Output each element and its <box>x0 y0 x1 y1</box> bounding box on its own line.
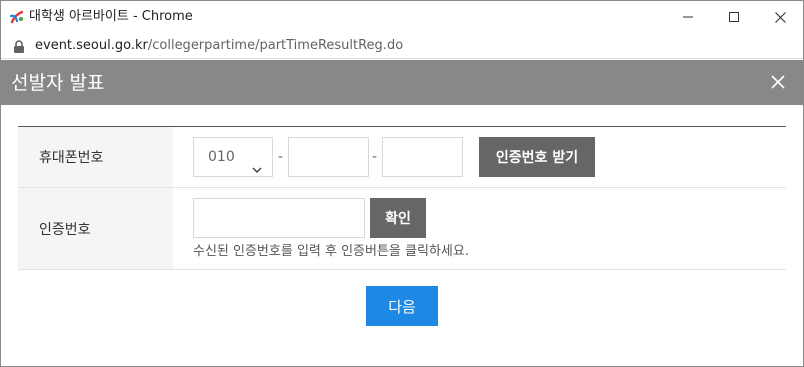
chevron-down-icon <box>252 152 262 190</box>
code-field-cell: 확인 수신된 인증번호를 입력 후 인증버튼을 클릭하세요. <box>173 188 786 269</box>
phone-prefix-select[interactable]: 010 <box>193 137 273 177</box>
phone-dash: - <box>278 149 284 165</box>
modal-title: 선발자 발표 <box>11 72 105 94</box>
modal-close-button[interactable] <box>765 70 791 96</box>
page-content: 선발자 발표 휴대폰번호 010 - - 인증번호 받기 인증번호 확인 수신된… <box>1 60 803 366</box>
lock-icon <box>13 39 25 53</box>
phone-middle-input[interactable] <box>288 137 369 177</box>
maximize-icon <box>729 12 739 22</box>
close-icon <box>774 11 786 23</box>
modal-header: 선발자 발표 <box>1 60 803 105</box>
modal-body: 휴대폰번호 010 - - 인증번호 받기 인증번호 확인 수신된 인증번호를 … <box>1 105 803 366</box>
minimize-icon <box>683 12 693 22</box>
minimize-button[interactable] <box>665 1 711 33</box>
maximize-button[interactable] <box>711 1 757 33</box>
phone-last-input[interactable] <box>382 137 463 177</box>
address-bar[interactable]: event.seoul.go.kr/collegerpartime/partTi… <box>1 33 803 59</box>
phone-label: 휴대폰번호 <box>18 127 173 187</box>
title-bar: 대학생 아르바이트 - Chrome <box>1 1 803 33</box>
url-text: event.seoul.go.kr/collegerpartime/partTi… <box>35 38 403 54</box>
code-hint-text: 수신된 인증번호를 입력 후 인증버튼을 클릭하세요. <box>193 244 469 259</box>
seoul-logo-icon <box>9 9 25 25</box>
browser-window: 대학생 아르바이트 - Chrome event.seoul.go.kr/col… <box>0 0 804 367</box>
phone-dash: - <box>372 149 378 165</box>
code-label: 인증번호 <box>18 188 173 269</box>
send-code-button[interactable]: 인증번호 받기 <box>479 137 595 177</box>
confirm-button[interactable]: 확인 <box>370 198 426 238</box>
window-close-button[interactable] <box>757 1 803 33</box>
next-button[interactable]: 다음 <box>366 286 438 326</box>
url-path: /collegerpartime/partTimeResultReg.do <box>147 38 404 53</box>
phone-prefix-value: 010 <box>208 149 235 165</box>
window-title: 대학생 아르바이트 - Chrome <box>29 9 193 24</box>
verification-form: 휴대폰번호 010 - - 인증번호 받기 인증번호 확인 수신된 인증번호를 … <box>18 126 786 270</box>
close-icon <box>771 74 785 93</box>
url-host: event.seoul.go.kr <box>35 38 148 53</box>
phone-field-cell: 010 - - 인증번호 받기 <box>173 127 786 187</box>
code-row: 인증번호 확인 수신된 인증번호를 입력 후 인증버튼을 클릭하세요. <box>18 188 786 270</box>
phone-row: 휴대폰번호 010 - - 인증번호 받기 <box>18 127 786 188</box>
verification-code-input[interactable] <box>193 198 365 238</box>
